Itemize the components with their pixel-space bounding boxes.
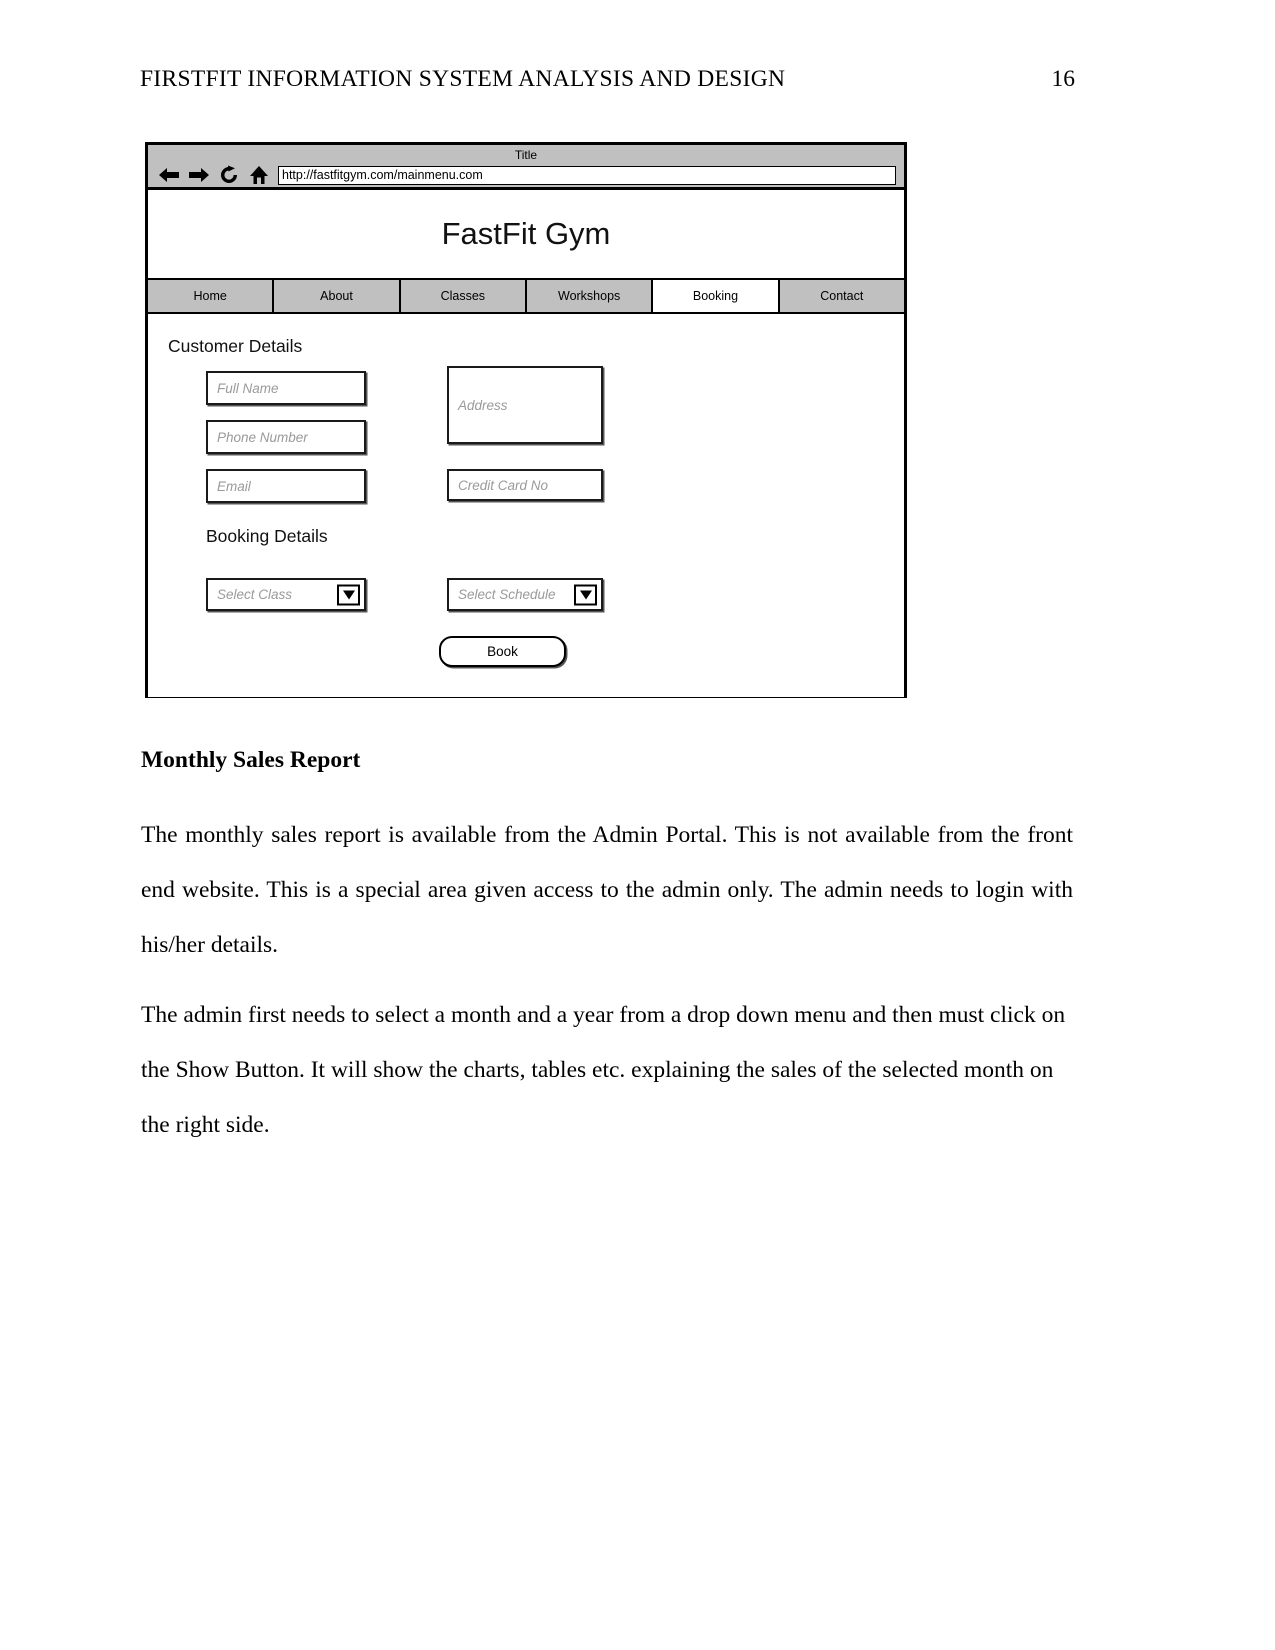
nav-tab-about[interactable]: About bbox=[274, 280, 401, 312]
paragraph-text: The admin first needs to select a month … bbox=[141, 1002, 1066, 1138]
nav-tab-workshops[interactable]: Workshops bbox=[526, 280, 654, 312]
select-class-placeholder: Select Class bbox=[217, 587, 293, 602]
forward-arrow-icon[interactable] bbox=[184, 164, 214, 186]
credit-card-input[interactable]: Credit Card No bbox=[447, 469, 603, 501]
nav-tab-classes[interactable]: Classes bbox=[400, 280, 527, 312]
booking-form-area: Customer Details Full Name Phone Number … bbox=[148, 314, 904, 697]
select-schedule-placeholder: Select Schedule bbox=[458, 587, 556, 602]
phone-number-input[interactable]: Phone Number bbox=[206, 420, 366, 454]
email-input[interactable]: Email bbox=[206, 469, 366, 503]
monthly-sales-report-section: Monthly Sales Report bbox=[141, 747, 1073, 774]
customer-details-heading: Customer Details bbox=[168, 336, 303, 356]
back-arrow-icon[interactable] bbox=[154, 164, 184, 186]
full-name-input[interactable]: Full Name bbox=[206, 371, 366, 405]
running-head: FIRSTFIT INFORMATION SYSTEM ANALYSIS AND… bbox=[140, 66, 786, 92]
address-placeholder: Address bbox=[458, 397, 508, 413]
site-banner: FastFit Gym bbox=[148, 190, 904, 280]
site-navbar: Home About Classes Workshops Booking Con… bbox=[148, 280, 904, 314]
paragraph-two: The admin first needs to select a month … bbox=[141, 988, 1073, 1153]
nav-tab-booking[interactable]: Booking bbox=[653, 280, 780, 312]
chevron-down-icon[interactable] bbox=[574, 584, 597, 605]
browser-chrome: Title http://fastfitgym.com/mainmenu.com bbox=[148, 145, 904, 190]
paragraph-text: The monthly sales report is available fr… bbox=[141, 822, 1073, 958]
book-button[interactable]: Book bbox=[439, 636, 566, 667]
select-class-dropdown[interactable]: Select Class bbox=[206, 578, 366, 611]
home-icon[interactable] bbox=[244, 164, 274, 186]
section-title: Monthly Sales Report bbox=[141, 747, 361, 773]
browser-wireframe-mockup: Title http://fastfitgym.com/mainmenu.com… bbox=[145, 142, 907, 698]
browser-window-title: Title bbox=[514, 148, 538, 162]
reload-icon[interactable] bbox=[214, 164, 244, 186]
url-bar[interactable]: http://fastfitgym.com/mainmenu.com bbox=[278, 165, 896, 185]
page-header: FIRSTFIT INFORMATION SYSTEM ANALYSIS AND… bbox=[140, 66, 1075, 93]
site-title: FastFit Gym bbox=[441, 216, 611, 251]
full-name-placeholder: Full Name bbox=[217, 380, 279, 396]
url-text: http://fastfitgym.com/mainmenu.com bbox=[282, 168, 483, 182]
address-textarea[interactable]: Address bbox=[447, 366, 603, 444]
page-number: 16 bbox=[1051, 66, 1076, 92]
email-placeholder: Email bbox=[217, 478, 251, 494]
select-schedule-dropdown[interactable]: Select Schedule bbox=[447, 578, 603, 611]
credit-card-placeholder: Credit Card No bbox=[458, 477, 549, 493]
phone-number-placeholder: Phone Number bbox=[217, 429, 308, 445]
browser-toolbar: http://fastfitgym.com/mainmenu.com bbox=[148, 163, 904, 187]
paragraph-one: The monthly sales report is available fr… bbox=[141, 808, 1073, 973]
chevron-down-icon[interactable] bbox=[337, 584, 360, 605]
nav-tab-contact[interactable]: Contact bbox=[779, 280, 904, 312]
booking-details-heading: Booking Details bbox=[206, 526, 328, 546]
nav-tab-home[interactable]: Home bbox=[148, 280, 275, 312]
